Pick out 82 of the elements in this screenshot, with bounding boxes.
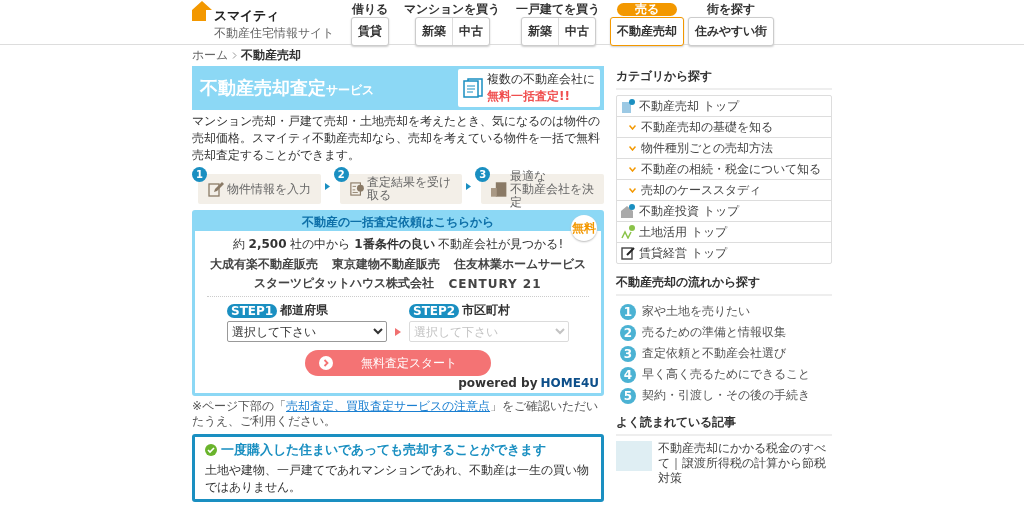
step-label: 最適な 不動産会社を決定 [509,169,595,209]
category-item[interactable]: 不動産投資 トップ [617,200,831,221]
company-logo: スターツピタットハウス株式会社 [254,275,435,292]
intro-paragraph: マンション売却・戸建て売却・土地売却を考えたとき、気になるのは物件の売却価格。スマイティ不動産売却なら、売却を考えている物件を一括で無料売却査定することができます。 [192,113,601,164]
step-number: 3 [475,167,491,182]
info-heading: 一度購入した住まいであっても売却することができます [221,441,546,459]
checkmark-icon [205,444,217,456]
nav-tab[interactable]: 不動産売却 [611,18,683,45]
powered-by-text: powered by [458,376,538,390]
info-paragraph: 土地や建物、一戸建てであれマンションであれ、不動産は一生の買い物ではありません。 [205,462,590,496]
building-icon [621,99,635,113]
category-item[interactable]: 土地活用 トップ [617,221,831,242]
arrow-circle-icon [319,356,333,370]
step-badge: STEP2 [409,303,460,318]
buildings-icon [491,181,507,197]
banner-note: 複数の不動産会社に [487,71,595,88]
step-label: 査定結果を受け取る [366,176,452,202]
banner-note-accent: 無料一括査定!! [487,88,571,105]
arrow-icon [395,328,401,336]
flow-link[interactable]: 4 早く高く売るためにできること [620,364,832,385]
document-icon [349,181,364,197]
category-item[interactable]: 賃貸経営 トップ [617,242,831,263]
nav-tab[interactable]: 中古 [451,18,489,45]
step-number: 2 [333,167,349,182]
nav-caption: 借りる [351,3,389,16]
house-icon [621,204,635,218]
free-badge: 無料 [571,215,597,241]
nav-caption: 街を探す [706,3,756,16]
step-label: 物件情報を入力 [227,182,311,196]
nav-tab[interactable]: 賃貸 [352,18,388,45]
section-heading: カテゴリから探す [616,68,832,90]
select-field[interactable]: 選択して下さい [227,321,387,342]
step-arrow-icon [324,182,330,190]
site-tagline: 不動産住宅情報サイト [214,25,334,42]
flow-link[interactable]: 5 契約・引渡し・その後の手続き [620,385,832,406]
banner-title: 不動産売却査定サービス [200,76,374,100]
notice-text: ※ページ下部の「売却査定、買取査定サービスの注意点」をご確認いただいたうえ、ご利用ください。 [192,399,600,429]
sprout-icon [621,225,635,239]
category-item[interactable]: 不動産売却 トップ [617,96,831,116]
category-item[interactable]: 不動産の相続・税金について知る [617,158,831,179]
notepad-icon [621,246,635,260]
category-item[interactable]: 売却のケーススタディ [617,179,831,200]
breadcrumb-link[interactable]: ホーム [192,47,228,64]
step-badge: STEP1 [227,303,278,318]
category-item[interactable]: 物件種別ごとの売却方法 [617,137,831,158]
site-logo[interactable]: スマイティ [214,7,334,25]
flow-link[interactable]: 1 家や土地を売りたい [620,301,832,322]
chevron-icon [232,52,237,59]
photo-placeholder [616,441,652,471]
provider-logo: HOME4U [540,376,599,390]
nav-tab[interactable]: 新築 [521,18,558,45]
nav-caption: マンションを買う [403,3,501,16]
chevron-icon [629,124,636,130]
flow-link[interactable]: 2 売るための準備と情報収集 [620,322,832,343]
field-label: 市区町村 [462,302,511,319]
nav-tab[interactable]: 住みやすい街 [689,18,773,45]
company-logo: CENTURY 21 [448,276,542,291]
breadcrumb-link[interactable]: 不動産売却 [241,47,301,64]
company-logo: 東京建物不動産販売 [332,256,440,273]
section-heading: 不動産売却の流れから探す [616,274,832,296]
step-number: 1 [192,167,207,182]
pencil-icon [208,181,224,197]
flow-link[interactable]: 3 査定依頼と不動産会社選び [620,343,832,364]
company-logo: 大成有楽不動産販売 [210,256,318,273]
nav-caption: 一戸建てを買う [515,3,601,16]
company-logo: 住友林業ホームサービス [454,256,586,273]
notice-link[interactable]: 売却査定、買取査定サービスの注意点 [286,399,491,413]
chevron-icon [629,166,636,172]
nav-tab[interactable]: 新築 [415,18,452,45]
category-item[interactable]: 不動産売却の基礎を知る [617,116,831,137]
section-heading: よく読まれている記事 [616,414,832,436]
house-logo-icon [192,1,212,21]
form-title: 不動産の一括査定依頼はこちらから [302,213,494,231]
step-arrow-icon [466,182,472,190]
nav-tab[interactable]: 中古 [557,18,595,45]
chevron-icon [629,187,636,193]
document-icon [463,78,483,98]
field-label: 都道府県 [280,302,329,319]
form-tagline: 約 2,500 社の中から 1番条件の良い 不動産会社が見つかる! [231,236,565,253]
article-link[interactable]: 不動産売却にかかる税金のすべて｜譲渡所得税の計算から節税対策 [658,441,832,486]
chevron-icon [629,145,636,151]
nav-caption: 売る [617,3,677,16]
